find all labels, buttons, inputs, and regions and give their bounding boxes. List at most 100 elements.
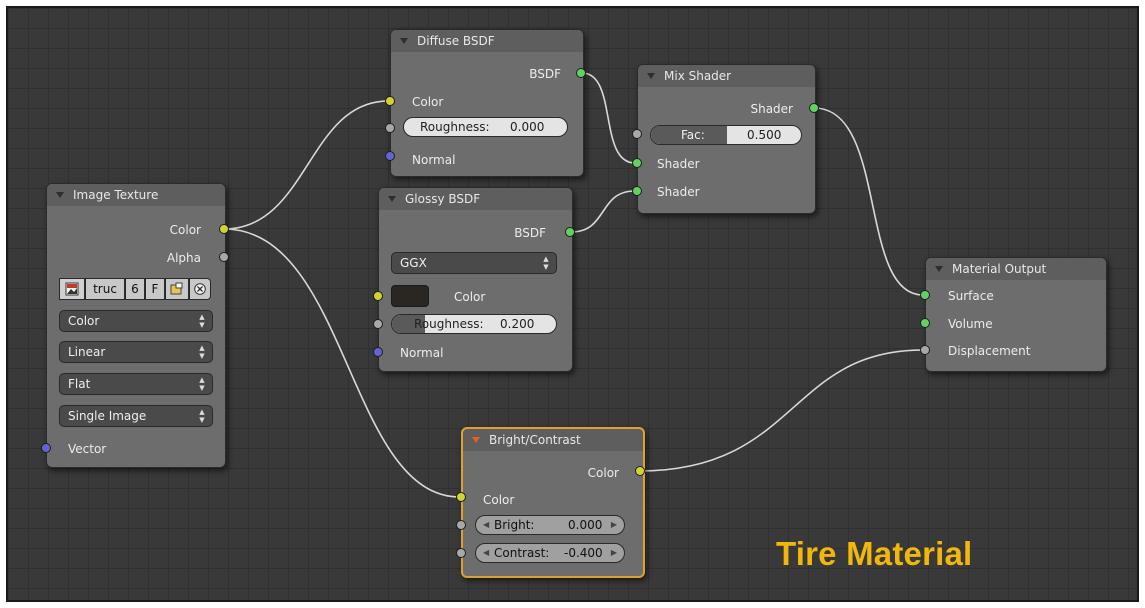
decrement-arrow-icon[interactable]: ◀ xyxy=(483,516,489,534)
color-space-value: Color xyxy=(68,314,100,328)
output-color-label: Color xyxy=(169,223,201,237)
open-image-button[interactable] xyxy=(165,278,189,300)
image-alpha-output-socket[interactable] xyxy=(219,252,229,262)
input-normal-label: Normal xyxy=(400,346,444,360)
collapse-triangle-icon[interactable] xyxy=(472,437,480,443)
interpolation-value: Linear xyxy=(68,345,106,359)
input-color-label: Color xyxy=(412,95,444,109)
input-color-label: Color xyxy=(483,493,515,507)
image-texture-node[interactable]: Image Texture Color Alpha truc 6 F Color… xyxy=(46,183,226,468)
node-title: Material Output xyxy=(952,262,1047,276)
increment-arrow-icon[interactable]: ▶ xyxy=(611,516,617,534)
collapse-triangle-icon[interactable] xyxy=(400,38,408,44)
bright-contrast-node[interactable]: Bright/Contrast Color Color ◀ Bright: 0.… xyxy=(461,427,645,578)
collapse-triangle-icon[interactable] xyxy=(647,73,655,79)
glossy-color-input-socket[interactable] xyxy=(373,291,383,301)
folder-icon xyxy=(170,282,183,295)
contrast-value-input-socket[interactable] xyxy=(456,548,466,558)
mix-shader-output-socket[interactable] xyxy=(809,103,819,113)
node-title: Bright/Contrast xyxy=(489,433,581,447)
projection-dropdown[interactable]: Flat ▲ ▼ xyxy=(59,373,213,395)
node-editor[interactable]: Diffuse BSDF BSDF Color Roughness: 0.000… xyxy=(6,6,1139,602)
collapse-triangle-icon[interactable] xyxy=(935,266,943,272)
bright-value-input-socket[interactable] xyxy=(456,520,466,530)
glossy-bsdf-header[interactable]: Glossy BSDF xyxy=(379,188,572,210)
bright-label: Bright: xyxy=(494,518,535,532)
input-displacement-label: Displacement xyxy=(948,344,1031,358)
fake-user-toggle[interactable]: F xyxy=(145,278,165,300)
updown-arrows-icon: ▲ ▼ xyxy=(543,255,549,271)
input-surface-label: Surface xyxy=(948,289,994,303)
bright-color-input-socket[interactable] xyxy=(456,492,466,502)
glossy-normal-input-socket[interactable] xyxy=(373,347,383,357)
diffuse-roughness-input-socket[interactable] xyxy=(385,123,395,133)
close-icon xyxy=(194,283,206,295)
screenshot-frame: Diffuse BSDF BSDF Color Roughness: 0.000… xyxy=(0,0,1145,608)
diffuse-normal-input-socket[interactable] xyxy=(385,151,395,161)
color-space-dropdown[interactable]: Color ▲ ▼ xyxy=(59,310,213,332)
image-users-count[interactable]: 6 xyxy=(125,278,145,300)
mix-fac-input-socket[interactable] xyxy=(632,129,642,139)
output-bsdf-label: BSDF xyxy=(514,226,546,240)
interpolation-dropdown[interactable]: Linear ▲ ▼ xyxy=(59,341,213,363)
collapse-triangle-icon[interactable] xyxy=(56,192,64,198)
mix-shader1-input-socket[interactable] xyxy=(632,158,642,168)
input-volume-label: Volume xyxy=(948,317,993,331)
image-vector-input-socket[interactable] xyxy=(41,443,51,453)
glossy-roughness-input-socket[interactable] xyxy=(373,319,383,329)
image-name-field[interactable]: truc xyxy=(85,278,125,300)
bright-field[interactable]: ◀ Bright: 0.000 ▶ xyxy=(475,515,625,535)
increment-arrow-icon[interactable]: ▶ xyxy=(611,544,617,562)
roughness-slider[interactable]: Roughness: 0.200 xyxy=(391,314,557,334)
material-output-node[interactable]: Material Output Surface Volume Displacem… xyxy=(925,257,1107,372)
image-browse-button[interactable] xyxy=(59,278,85,300)
unlink-image-button[interactable] xyxy=(189,278,211,300)
image-icon xyxy=(65,282,79,296)
glossy-bsdf-node[interactable]: Glossy BSDF BSDF GGX ▲ ▼ Color Roughness:… xyxy=(378,187,573,372)
distribution-dropdown[interactable]: GGX ▲ ▼ xyxy=(391,252,557,274)
decrement-arrow-icon[interactable]: ◀ xyxy=(483,544,489,562)
projection-value: Flat xyxy=(68,377,91,391)
input-shader1-label: Shader xyxy=(657,157,700,171)
glossy-bsdf-output-socket[interactable] xyxy=(565,227,575,237)
roughness-label: Roughness: xyxy=(414,317,484,331)
roughness-value: 0.000 xyxy=(510,120,545,134)
link-mix-shader-to-output-surface xyxy=(813,107,924,296)
material-output-header[interactable]: Material Output xyxy=(926,258,1106,280)
output-displacement-input-socket[interactable] xyxy=(920,345,930,355)
image-texture-header[interactable]: Image Texture xyxy=(47,184,225,206)
link-image-color-to-diffuse-color xyxy=(223,100,389,230)
source-value: Single Image xyxy=(68,409,147,423)
source-dropdown[interactable]: Single Image ▲ ▼ xyxy=(59,405,213,427)
mix-shader-node[interactable]: Mix Shader Shader Fac: 0.500 Shader Shad… xyxy=(637,64,816,214)
fac-slider[interactable]: Fac: 0.500 xyxy=(650,125,802,145)
diffuse-color-input-socket[interactable] xyxy=(385,96,395,106)
bright-contrast-header[interactable]: Bright/Contrast xyxy=(463,429,643,451)
output-surface-input-socket[interactable] xyxy=(920,290,930,300)
updown-arrows-icon: ▲ ▼ xyxy=(199,344,205,360)
node-title: Diffuse BSDF xyxy=(417,34,495,48)
contrast-field[interactable]: ◀ Contrast: -0.400 ▶ xyxy=(475,543,625,563)
input-shader2-label: Shader xyxy=(657,185,700,199)
contrast-label: Contrast: xyxy=(494,546,550,560)
contrast-value: -0.400 xyxy=(564,546,603,560)
link-bright-color-to-output-displacement xyxy=(638,349,924,472)
diffuse-bsdf-header[interactable]: Diffuse BSDF xyxy=(391,30,583,52)
updown-arrows-icon: ▲ ▼ xyxy=(199,408,205,424)
roughness-slider[interactable]: Roughness: 0.000 xyxy=(403,117,568,137)
mix-shader-header[interactable]: Mix Shader xyxy=(638,65,815,87)
bright-color-output-socket[interactable] xyxy=(635,466,645,476)
diffuse-bsdf-output-socket[interactable] xyxy=(576,68,586,78)
glossy-color-swatch[interactable] xyxy=(391,285,429,307)
output-bsdf-label: BSDF xyxy=(529,67,561,81)
input-color-label: Color xyxy=(454,290,486,304)
image-color-output-socket[interactable] xyxy=(219,224,229,234)
mix-shader2-input-socket[interactable] xyxy=(632,186,642,196)
fac-value: 0.500 xyxy=(747,128,782,142)
caption-text: Tire Material xyxy=(776,535,973,572)
collapse-triangle-icon[interactable] xyxy=(388,196,396,202)
updown-arrows-icon: ▲ ▼ xyxy=(199,313,205,329)
diffuse-bsdf-node[interactable]: Diffuse BSDF BSDF Color Roughness: 0.000… xyxy=(390,29,584,177)
node-title: Image Texture xyxy=(73,188,159,202)
output-volume-input-socket[interactable] xyxy=(920,318,930,328)
